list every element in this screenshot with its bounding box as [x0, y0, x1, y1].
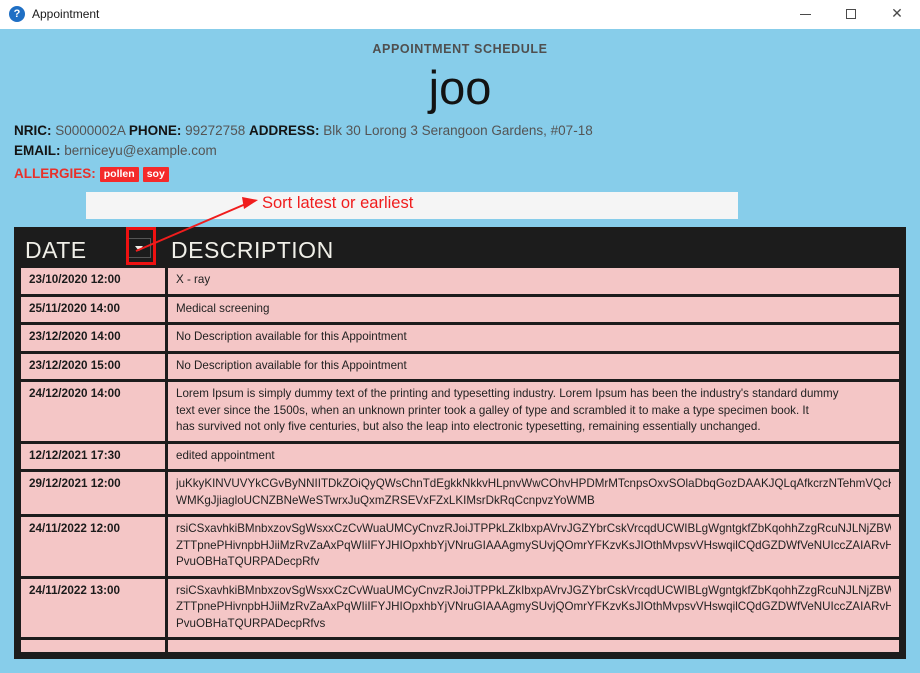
description-line: ZTTpnePHivnpbHJiiMzRvZaAxPqWIiIFYJHIOpxh…	[176, 538, 891, 552]
nric-value: S0000002A	[55, 123, 126, 138]
cell-description: rsiCSxavhkiBMnbxzovSgWsxxCzCvWuaUMCyCnvz…	[168, 578, 899, 637]
allergies-label: ALLERGIES:	[14, 166, 96, 181]
description-line: has survived not only five centuries, bu…	[176, 420, 761, 433]
description-line: WMKgJjiagloUCNZBNeWeSTwrxJuQxmZRSEVxFZxL…	[176, 493, 595, 507]
cell-description: edited appointment	[168, 443, 899, 469]
date-sort-dropdown[interactable]	[127, 238, 151, 258]
address-value: Blk 30 Lorong 3 Serangoon Gardens, #07-1…	[323, 123, 593, 138]
description-line: edited appointment	[176, 448, 275, 462]
patient-info-line-1: NRIC: S0000002A PHONE: 99272758 ADDRESS:…	[14, 121, 920, 141]
minimize-button[interactable]	[782, 0, 828, 29]
description-line: text ever since the 1500s, when an unkno…	[176, 403, 809, 417]
cell-date: 24/12/2020 14:00	[21, 382, 165, 441]
description-line: No Description available for this Appoin…	[176, 358, 407, 372]
cell-description	[168, 640, 899, 652]
window-title: Appointment	[32, 7, 100, 21]
description-line: ZTTpnePHivnpbHJiiMzRvZaAxPqWIiIFYJHIOpxh…	[176, 600, 891, 613]
table-row[interactable]: 12/12/2021 17:30 edited appointment	[21, 443, 899, 469]
description-line: No Description available for this Appoin…	[176, 330, 407, 343]
cell-date: 23/12/2020 15:00	[21, 353, 165, 379]
cell-date: 12/12/2021 17:30	[21, 443, 165, 469]
cell-date: 24/11/2022 13:00	[21, 578, 165, 637]
description-line: juKkyKINVUVYkCGvByNNIITDkZOiQyQWsChnTdEg…	[176, 477, 891, 490]
close-button[interactable]: ✕	[874, 0, 920, 29]
table-row[interactable]: 23/12/2020 14:00 No Description available…	[21, 325, 899, 351]
cell-date: 23/12/2020 14:00	[21, 325, 165, 351]
email-label: EMAIL:	[14, 143, 61, 158]
help-circle-icon: ?	[9, 6, 25, 22]
allergy-tag: pollen	[99, 166, 139, 182]
description-line	[176, 644, 891, 652]
cell-date	[21, 640, 165, 652]
description-line: PvuOBHaTQURPADecpRfvs	[176, 616, 326, 630]
column-header-description: DESCRIPTION	[171, 237, 334, 263]
table-row[interactable]: 24/11/2022 12:00 rsiCSxavhkiBMnbxzovSgWsx…	[21, 517, 899, 576]
cell-date: 23/10/2020 12:00	[21, 268, 165, 294]
schedule-subtitle: APPOINTMENT SCHEDULE	[372, 42, 548, 56]
cell-description: X - ray	[168, 268, 899, 294]
description-line: X - ray	[176, 273, 211, 286]
patient-info: NRIC: S0000002A PHONE: 99272758 ADDRESS:…	[0, 121, 920, 161]
email-value: berniceyu@example.com	[64, 143, 217, 158]
table-row[interactable]: 24/12/2020 14:00 Lorem Ipsum is simply du…	[21, 382, 899, 441]
allergy-row: ALLERGIES: pollen soy	[0, 161, 920, 185]
cell-date: 24/11/2022 12:00	[21, 517, 165, 576]
cell-date: 25/11/2020 14:00	[21, 296, 165, 322]
phone-value: 99272758	[185, 123, 246, 138]
window-titlebar: ? Appointment ✕	[0, 0, 920, 29]
nric-label: NRIC:	[14, 123, 52, 138]
window-controls: ✕	[782, 0, 920, 29]
address-label: ADDRESS:	[248, 123, 320, 138]
table-row[interactable]: 24/11/2022 13:00 rsiCSxavhkiBMnbxzovSgWsx…	[21, 578, 899, 637]
cell-description: No Description available for this Appoin…	[168, 353, 899, 379]
maximize-icon	[846, 9, 856, 19]
description-line: Medical screening	[176, 301, 270, 315]
cell-description: Lorem Ipsum is simply dummy text of the …	[168, 382, 899, 441]
column-header-date: DATE	[25, 237, 87, 263]
table-row[interactable]: 29/12/2021 12:00 juKkyKINVUVYkCGvByNNIITD…	[21, 472, 899, 514]
appointment-panel: APPOINTMENT SCHEDULE joo NRIC: S0000002A…	[0, 29, 920, 673]
allergies-line: ALLERGIES: pollen soy	[14, 163, 920, 185]
description-line: PvuOBHaTQURPADecpRfv	[176, 555, 320, 568]
table-row[interactable]: 25/11/2020 14:00 Medical screening	[21, 296, 899, 322]
allergy-tag: soy	[142, 166, 169, 182]
description-line: rsiCSxavhkiBMnbxzovSgWsxxCzCvWuaUMCyCnvz…	[176, 522, 891, 535]
annotation-label: Sort latest or earliest	[262, 194, 414, 212]
appointment-window: ? Appointment ✕ APPOINTMENT SCHEDULE joo…	[0, 0, 920, 673]
patient-name: joo	[428, 61, 492, 114]
close-icon: ✕	[891, 6, 903, 22]
table-header-row: DATE DESCRIPTION	[15, 228, 905, 266]
description-line: Lorem Ipsum is simply dummy text of the …	[176, 387, 839, 400]
cell-description: rsiCSxavhkiBMnbxzovSgWsxxCzCvWuaUMCyCnvz…	[168, 517, 899, 576]
appointment-table: DATE DESCRIPTION 23/10/2020 12:00 X - ray…	[14, 227, 906, 659]
chevron-down-icon	[135, 245, 143, 251]
table-row[interactable]	[21, 640, 899, 652]
cell-description: Medical screening	[168, 296, 899, 322]
table-row[interactable]: 23/12/2020 15:00 No Description available…	[21, 353, 899, 379]
table-row[interactable]: 23/10/2020 12:00 X - ray	[21, 268, 899, 294]
maximize-button[interactable]	[828, 0, 874, 29]
cell-date: 29/12/2021 12:00	[21, 472, 165, 514]
minimize-icon	[799, 13, 811, 15]
cell-description: No Description available for this Appoin…	[168, 325, 899, 351]
phone-label: PHONE:	[128, 123, 182, 138]
description-line: rsiCSxavhkiBMnbxzovSgWsxxCzCvWuaUMCyCnvz…	[176, 583, 891, 597]
patient-info-line-2: EMAIL: berniceyu@example.com	[14, 141, 920, 161]
cell-description: juKkyKINVUVYkCGvByNNIITDkZOiQyQWsChnTdEg…	[168, 472, 899, 514]
table-body: 23/10/2020 12:00 X - ray 25/11/2020 14:00 M…	[21, 268, 899, 652]
